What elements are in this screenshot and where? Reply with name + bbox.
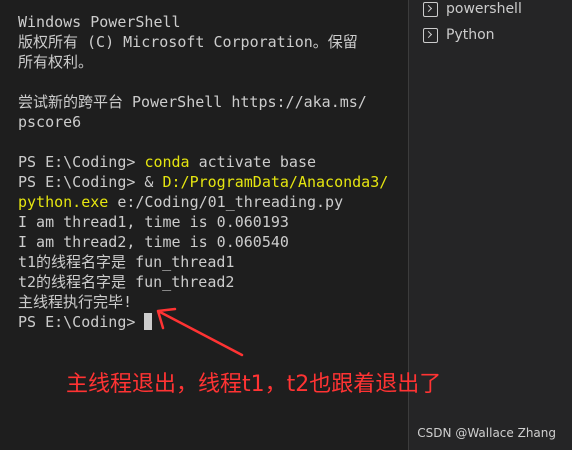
python-exe: python.exe — [18, 193, 109, 211]
terminal-icon — [423, 27, 438, 43]
annotation-text: 主线程退出，线程t1，t2也跟着退出了 — [66, 372, 442, 397]
text-cursor — [144, 313, 153, 330]
prompt: PS E:\Coding> — [18, 313, 145, 331]
terminal-line: PS E:\Coding> conda activate base — [18, 152, 388, 172]
command-args: activate base — [189, 153, 317, 171]
terminal-line: 主线程执行完毕! — [18, 293, 133, 311]
terminal-line: t1的线程名字是 fun_thread1 — [18, 253, 235, 271]
terminal-line: 版权所有 (C) Microsoft Corporation。保留 — [18, 33, 358, 51]
terminal-line: Windows PowerShell — [18, 13, 181, 31]
terminal-line: I am thread2, time is 0.060540 — [18, 233, 289, 251]
terminal-line: PS E:\Coding> & D:/ProgramData/Anaconda3… — [18, 172, 388, 192]
python-path: D:/ProgramData/Anaconda3/ — [162, 173, 389, 191]
terminal-line: python.exe e:/Coding/01_threading.py — [18, 192, 388, 212]
terminal-line: t2的线程名字是 fun_thread2 — [18, 273, 235, 291]
command-name: conda — [144, 153, 190, 171]
terminal-output: Windows PowerShell 版权所有 (C) Microsoft Co… — [18, 12, 388, 332]
prompt: PS E:\Coding> & — [18, 173, 163, 191]
terminal-line: 尝试新的跨平台 PowerShell https://aka.ms/ — [18, 93, 367, 111]
terminal-list-item-python[interactable]: Python — [423, 24, 495, 46]
terminal-list-item-powershell[interactable]: powershell — [423, 0, 522, 20]
terminal-line: pscore6 — [18, 113, 82, 131]
terminal-list-label: Python — [446, 27, 495, 43]
watermark: CSDN @Wallace Zhang — [417, 426, 556, 440]
prompt: PS E:\Coding> — [18, 153, 145, 171]
terminal-list-label: powershell — [446, 1, 522, 17]
terminal-line: 所有权利。 — [18, 53, 94, 71]
script-path: e:/Coding/01_threading.py — [108, 193, 344, 211]
terminal-line: PS E:\Coding> — [18, 312, 388, 332]
terminal-line: I am thread1, time is 0.060193 — [18, 213, 289, 231]
terminal-icon — [423, 1, 438, 17]
